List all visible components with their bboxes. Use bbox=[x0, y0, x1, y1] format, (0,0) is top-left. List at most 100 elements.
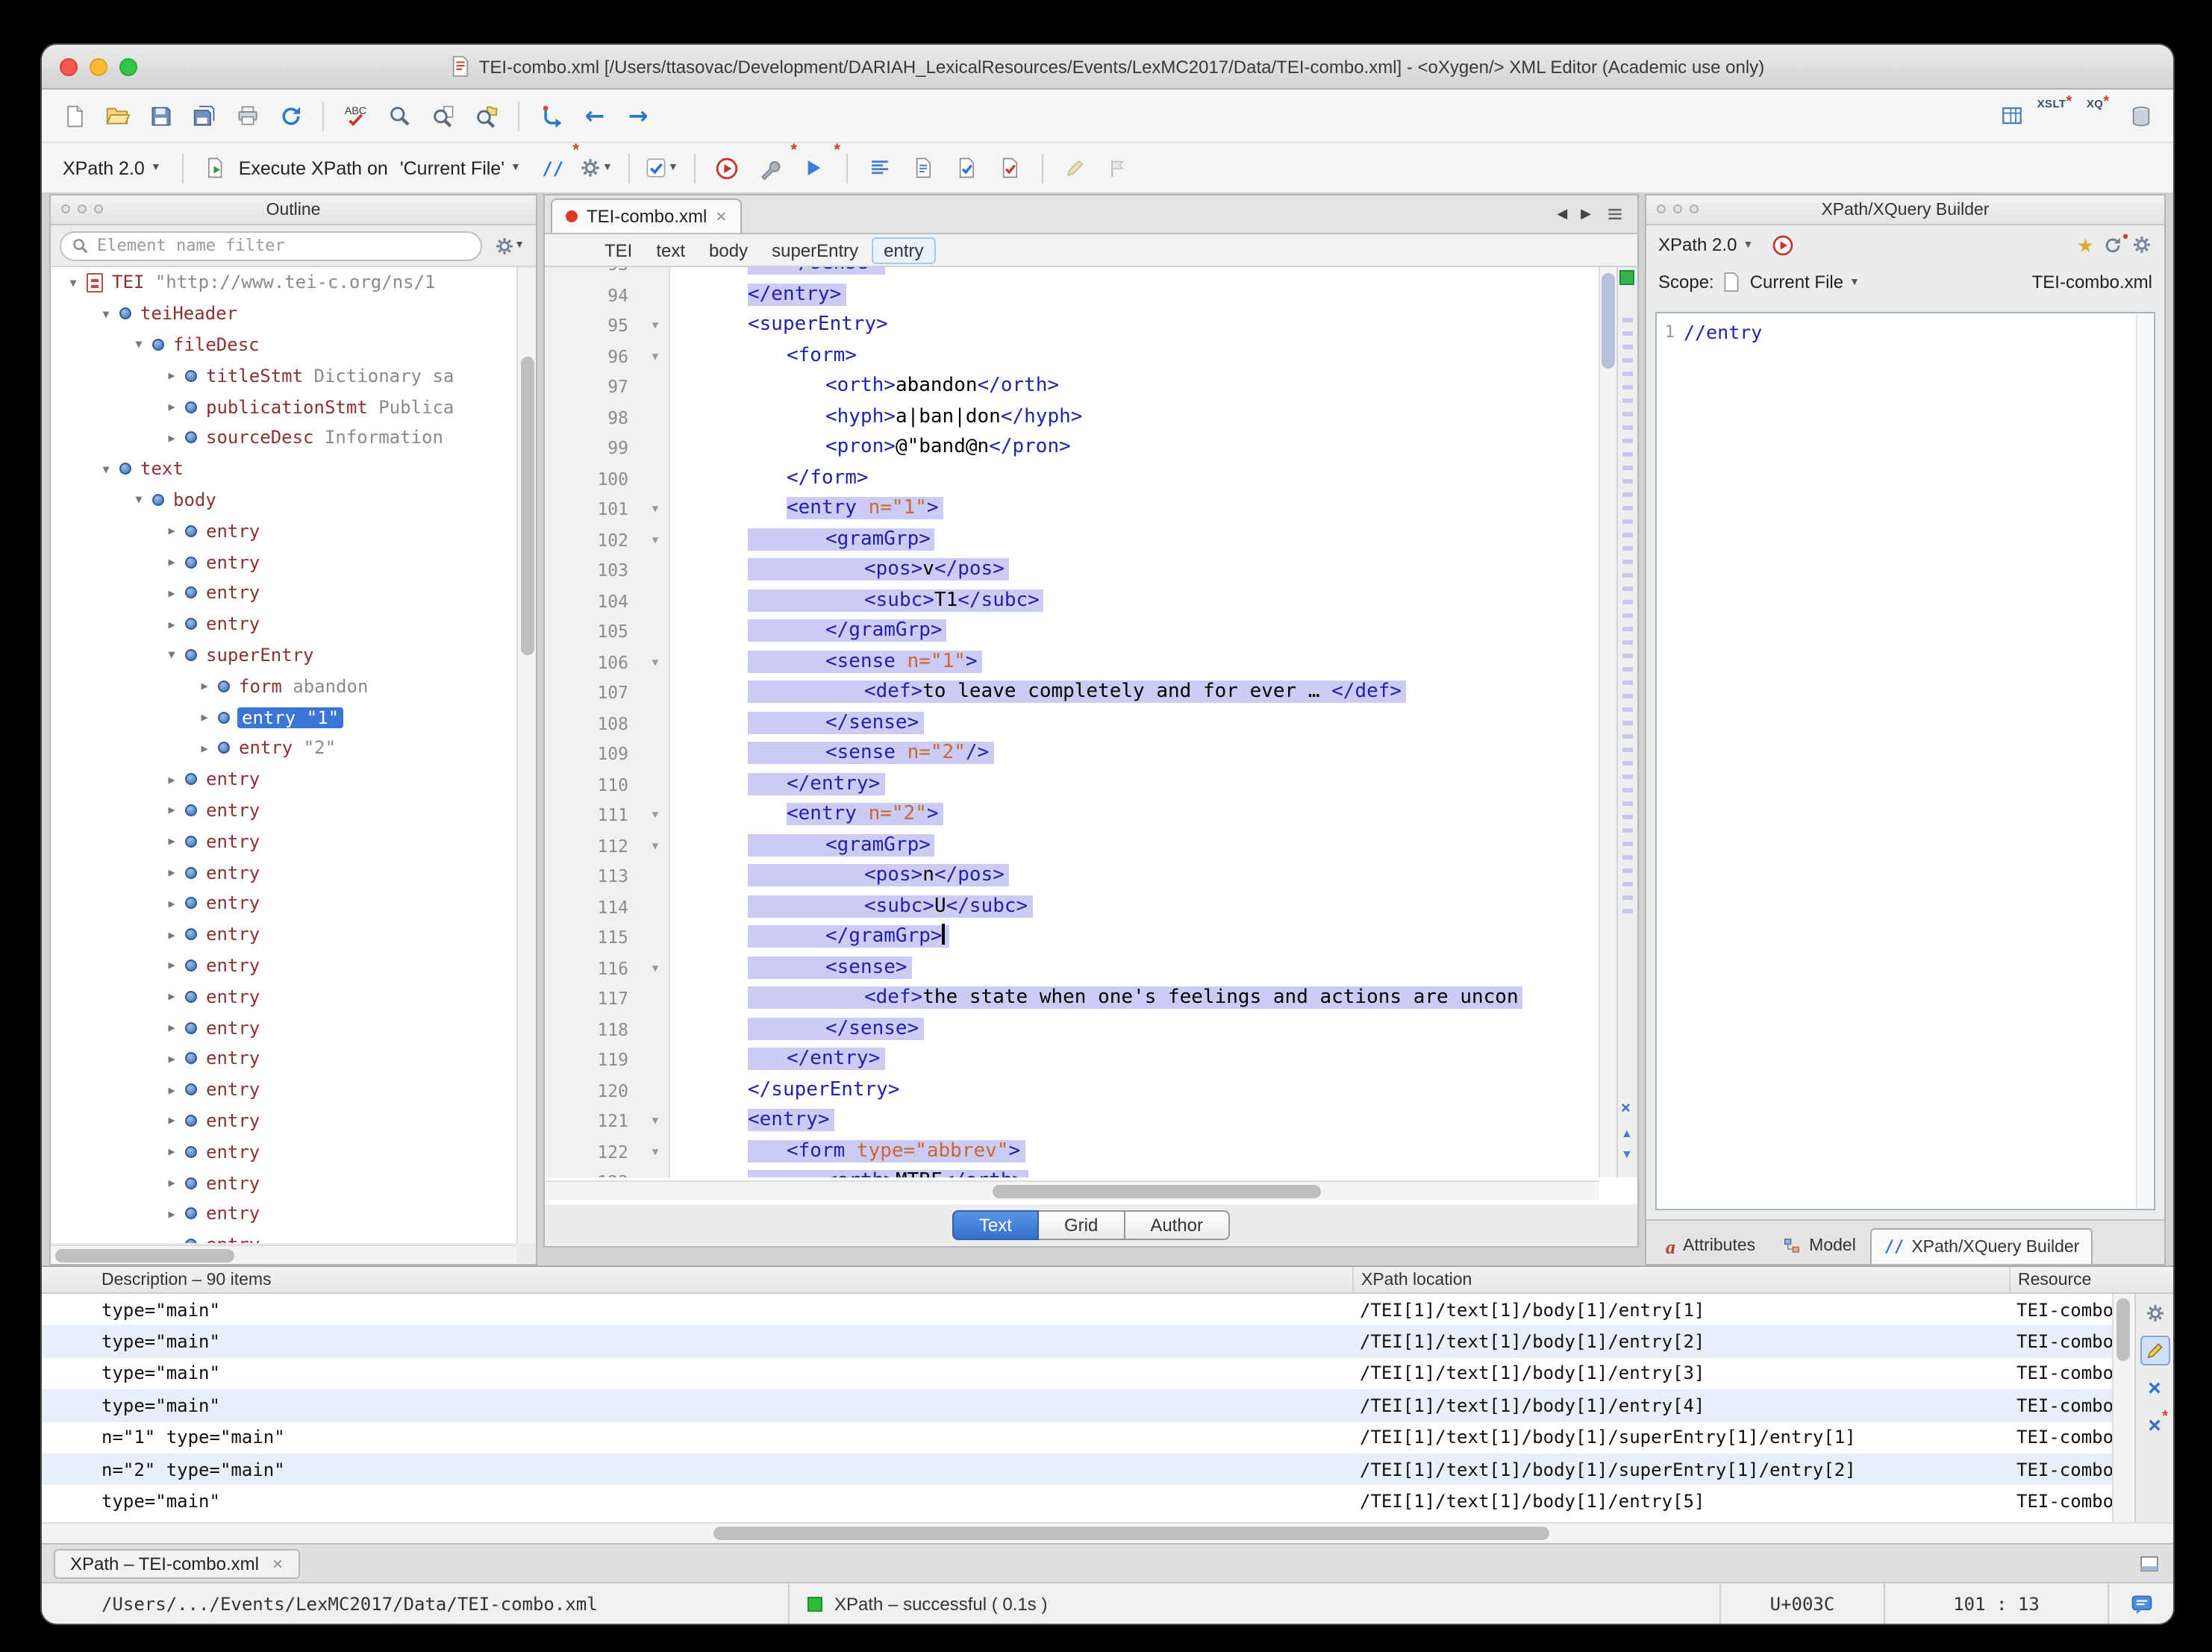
code-line-106[interactable]: 106▼<sense n="1"> bbox=[545, 647, 1599, 678]
outline-item-entry[interactable]: ▶entry bbox=[51, 1136, 516, 1168]
outline-item-entry[interactable]: ▶entry bbox=[51, 1074, 516, 1105]
outline-item-entry[interactable]: ▶entry bbox=[51, 1043, 516, 1074]
code-line-123[interactable]: 123<orth>MTBF</orth> bbox=[545, 1167, 1599, 1177]
fold-toggle-icon[interactable]: ▼ bbox=[640, 647, 670, 678]
fold-toggle-icon[interactable]: ▼ bbox=[640, 341, 670, 372]
clear-highlights-icon[interactable]: × bbox=[1621, 1101, 1631, 1118]
expand-icon[interactable]: ▶ bbox=[161, 866, 182, 879]
outline-item-entry[interactable]: ▶entry bbox=[51, 1198, 516, 1230]
editor-tab-tei-combo[interactable]: TEI-combo.xml × bbox=[551, 198, 741, 233]
code-line-110[interactable]: 110</entry> bbox=[545, 769, 1599, 800]
outline-item-entry[interactable]: ▶entry bbox=[51, 1105, 516, 1136]
fold-toggle-icon[interactable]: ▼ bbox=[640, 1106, 670, 1136]
expand-icon[interactable]: ▶ bbox=[161, 617, 182, 631]
format-indent-icon[interactable] bbox=[860, 148, 900, 187]
code-line-118[interactable]: 118</sense> bbox=[545, 1014, 1599, 1045]
expand-icon[interactable]: ▶ bbox=[161, 1114, 182, 1127]
code-line-112[interactable]: 112▼<gramGrp> bbox=[545, 830, 1599, 861]
expand-icon[interactable]: ▶ bbox=[161, 525, 182, 538]
result-row[interactable]: type="main"/TEI[1]/text[1]/body[1]/entry… bbox=[42, 1294, 2112, 1326]
xslt-debugger-icon[interactable]: XSLT* bbox=[2034, 96, 2075, 135]
outline-item-entry[interactable]: ▶entry bbox=[51, 516, 516, 547]
fold-toggle-icon[interactable]: ▼ bbox=[640, 953, 670, 983]
tab-model[interactable]: Model bbox=[1770, 1228, 1868, 1264]
expand-icon[interactable]: ▶ bbox=[161, 959, 182, 972]
code-line-100[interactable]: 100</form> bbox=[545, 463, 1599, 494]
outline-item-entry[interactable]: ▶entry bbox=[51, 888, 516, 919]
next-tab-icon[interactable]: ▶ bbox=[1581, 206, 1591, 222]
outline-horizontal-scrollbar[interactable] bbox=[51, 1245, 516, 1264]
outline-item-TEI[interactable]: ▼TEI "http://www.tei-c.org/ns/1 bbox=[51, 267, 516, 298]
breadcrumb-item-superentry[interactable]: superEntry bbox=[772, 240, 858, 260]
outline-item-publicationStmt[interactable]: ▶publicationStmt Publica bbox=[51, 391, 516, 422]
expand-icon[interactable]: ▶ bbox=[161, 834, 182, 848]
builder-vertical-scrollbar[interactable] bbox=[2136, 313, 2154, 1209]
back-icon[interactable]: ← bbox=[575, 96, 615, 135]
code-line-101[interactable]: 101▼<entry n="1"> bbox=[545, 494, 1599, 525]
results-vertical-scroll-thumb[interactable] bbox=[2116, 1298, 2130, 1361]
mode-tab-grid[interactable]: Grid bbox=[1039, 1210, 1125, 1240]
result-row[interactable]: type="main"/TEI[1]/text[1]/body[1]/entry… bbox=[42, 1326, 2112, 1358]
comment-bubble-icon[interactable] bbox=[2129, 1592, 2153, 1615]
breadcrumb-item-body[interactable]: body bbox=[709, 240, 748, 260]
tab-xpath-builder[interactable]: // XPath/XQuery Builder bbox=[1871, 1228, 2093, 1264]
save-all-icon[interactable] bbox=[184, 96, 224, 135]
code-line-95[interactable]: 95▼<superEntry> bbox=[545, 310, 1599, 341]
results-horizontal-scroll-thumb[interactable] bbox=[713, 1527, 1549, 1540]
outline-item-entry[interactable]: ▶entry bbox=[51, 919, 516, 950]
outline-item-entry[interactable]: ▶entry bbox=[51, 950, 516, 981]
code-line-98[interactable]: 98<hyph>a|ban|don</hyph> bbox=[545, 402, 1599, 433]
outline-item-entry[interactable]: ▶entry "1" bbox=[51, 701, 516, 733]
previous-result-icon[interactable]: ▲ bbox=[1621, 1128, 1633, 1140]
results-header-resource[interactable]: Resource bbox=[2009, 1267, 2173, 1292]
print-icon[interactable] bbox=[227, 96, 267, 135]
configure-transformation-icon[interactable]: * bbox=[751, 148, 791, 187]
save-icon[interactable] bbox=[140, 96, 181, 135]
expand-icon[interactable]: ▶ bbox=[161, 989, 182, 1003]
outline-item-entry[interactable]: ▶entry bbox=[51, 1167, 516, 1198]
expand-icon[interactable]: ▶ bbox=[161, 1083, 182, 1096]
outline-item-entry[interactable]: ▶entry bbox=[51, 826, 516, 857]
outline-vertical-scroll-thumb[interactable] bbox=[521, 357, 534, 655]
open-file-icon[interactable] bbox=[97, 96, 137, 135]
find-replace-icon[interactable] bbox=[422, 96, 463, 135]
result-row[interactable]: type="main"/TEI[1]/text[1]/body[1]/entry… bbox=[42, 1389, 2112, 1421]
result-row[interactable]: type="main"/TEI[1]/text[1]/body[1]/entry… bbox=[42, 1486, 2112, 1518]
collapse-icon[interactable]: ▼ bbox=[128, 338, 149, 351]
highlight-results-icon[interactable] bbox=[2140, 1336, 2169, 1365]
overview-ruler[interactable]: × ▲ ▼ bbox=[1616, 267, 1637, 1177]
search-icon[interactable] bbox=[379, 96, 419, 135]
breadcrumb-item-tei[interactable]: TEI bbox=[604, 240, 632, 260]
results-vertical-scrollbar[interactable] bbox=[2112, 1294, 2133, 1522]
fold-toggle-icon[interactable]: ▼ bbox=[640, 310, 670, 341]
outline-item-entry[interactable]: ▶entry bbox=[51, 795, 516, 826]
tab-attributes[interactable]: a Attributes bbox=[1654, 1228, 1767, 1264]
apply-transformation-icon[interactable] bbox=[707, 148, 748, 187]
expand-icon[interactable]: ▶ bbox=[161, 804, 182, 817]
code-line-122[interactable]: 122▼<form type="abbrev"> bbox=[545, 1136, 1599, 1167]
code-line-96[interactable]: 96▼<form> bbox=[545, 341, 1599, 372]
editor-horizontal-scroll-thumb[interactable] bbox=[993, 1185, 1321, 1198]
expand-icon[interactable]: ▶ bbox=[161, 1052, 182, 1066]
results-header-description[interactable]: Description – 90 items bbox=[42, 1267, 1352, 1292]
builder-version-dropdown[interactable]: XPath 2.0▼ bbox=[1658, 231, 1762, 258]
outline-item-titleStmt[interactable]: ▶titleStmt Dictionary sa bbox=[51, 360, 516, 392]
spellcheck-icon[interactable]: ABC bbox=[336, 96, 376, 135]
collapse-icon[interactable]: ▼ bbox=[63, 276, 84, 290]
format-document-icon[interactable] bbox=[903, 148, 943, 187]
history-icon[interactable]: • bbox=[2103, 235, 2122, 254]
outline-item-entry[interactable]: ▶entry bbox=[51, 546, 516, 578]
xpath-version-dropdown[interactable]: XPath 2.0▼ bbox=[54, 154, 170, 181]
outline-item-entry[interactable]: ▶entry bbox=[51, 1012, 516, 1043]
expand-icon[interactable]: ▶ bbox=[161, 431, 182, 445]
collapse-icon[interactable]: ▼ bbox=[96, 462, 116, 475]
review-flag-icon[interactable] bbox=[1099, 148, 1139, 187]
xpath-scope-dropdown[interactable]: 'Current File'▼ bbox=[391, 154, 530, 181]
expand-icon[interactable]: ▶ bbox=[161, 400, 182, 413]
outline-item-entry[interactable]: ▶entry bbox=[51, 981, 516, 1013]
expand-icon[interactable]: ▶ bbox=[161, 772, 182, 786]
code-line-93[interactable]: 93</sense> bbox=[545, 267, 1599, 280]
outline-item-text[interactable]: ▼text bbox=[51, 454, 516, 485]
validate-checkbox-icon[interactable]: ▼ bbox=[642, 148, 682, 187]
expand-icon[interactable]: ▶ bbox=[194, 710, 215, 724]
